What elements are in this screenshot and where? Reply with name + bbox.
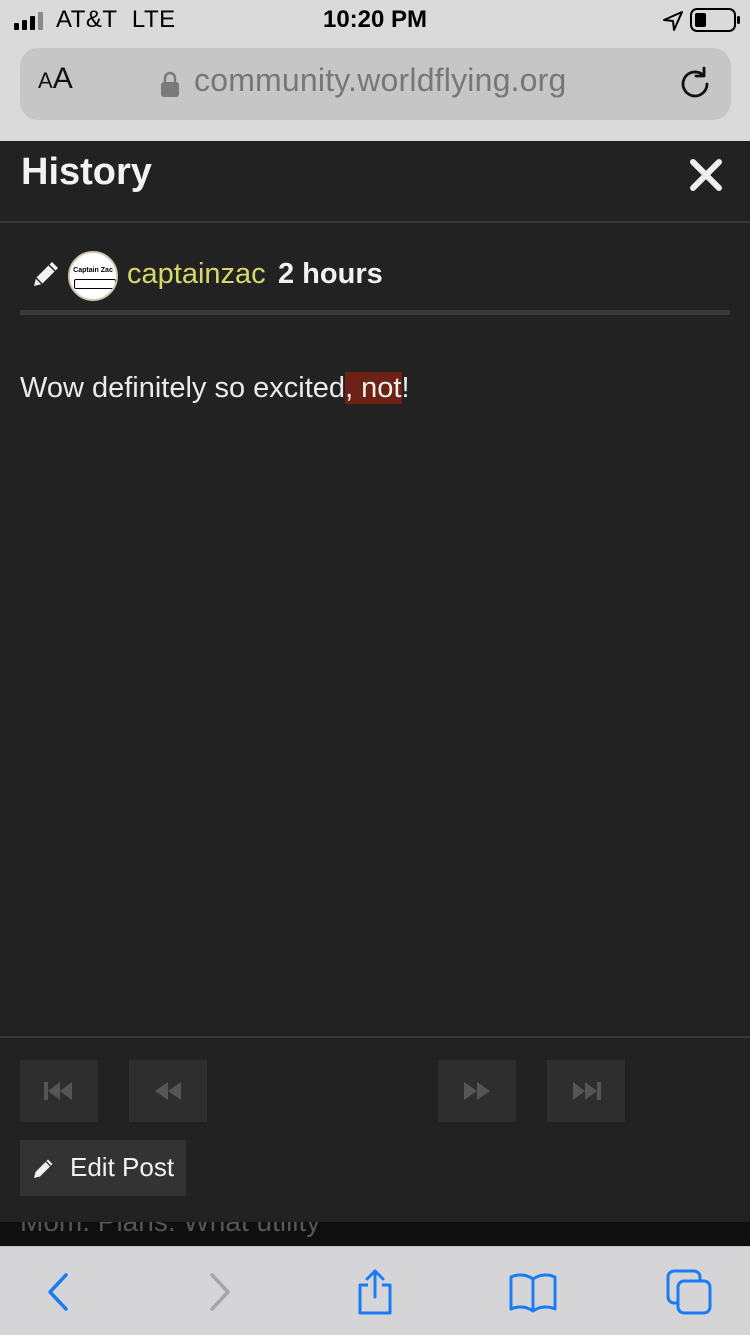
forward-icon bbox=[464, 1082, 490, 1100]
background-page-content: Mom. Plans. What utility bbox=[0, 1222, 750, 1248]
post-text-end: ! bbox=[401, 372, 410, 404]
post-text: Wow definitely so excited bbox=[20, 372, 346, 404]
last-revision-button[interactable] bbox=[547, 1060, 625, 1122]
first-revision-button[interactable] bbox=[20, 1060, 98, 1122]
status-bar: AT&T LTE 10:20 PM bbox=[0, 0, 750, 40]
modal-title: History bbox=[21, 151, 152, 193]
browser-top-chrome: AT&T LTE 10:20 PM AA community.worldflyi… bbox=[0, 0, 750, 141]
battery-icon bbox=[690, 8, 740, 32]
post-diff-content: Wow definitely so excited, not! bbox=[20, 368, 410, 408]
avatar[interactable]: Captain Zac bbox=[68, 251, 118, 301]
inserted-text: , not bbox=[345, 372, 402, 404]
bookmarks-icon[interactable] bbox=[508, 1267, 558, 1317]
background-page-text: Mom. Plans. What utility bbox=[20, 1222, 320, 1238]
history-modal-header: History bbox=[0, 141, 750, 223]
text-size-button[interactable]: AA bbox=[38, 62, 73, 96]
history-footer: Edit Post bbox=[0, 1036, 750, 1224]
backward-icon bbox=[155, 1082, 181, 1100]
revision-header: Captain Zac captainzac 2 hours bbox=[20, 238, 730, 315]
browser-toolbar bbox=[0, 1246, 750, 1335]
status-time: 10:20 PM bbox=[322, 6, 428, 33]
forward-icon[interactable] bbox=[194, 1267, 244, 1317]
fast-forward-icon bbox=[573, 1082, 601, 1100]
revision-age: 2 hours bbox=[278, 258, 383, 290]
url-text[interactable]: community.worldflying.org bbox=[194, 62, 567, 99]
lock-icon bbox=[161, 71, 179, 97]
tabs-icon[interactable] bbox=[664, 1267, 714, 1317]
edit-post-label: Edit Post bbox=[70, 1152, 175, 1182]
pencil-icon bbox=[34, 1159, 53, 1178]
back-icon[interactable] bbox=[34, 1267, 84, 1317]
share-icon[interactable] bbox=[350, 1267, 400, 1317]
reload-icon[interactable] bbox=[677, 66, 713, 102]
next-revision-button[interactable] bbox=[438, 1060, 516, 1122]
revision-author-link[interactable]: captainzac bbox=[127, 258, 266, 291]
previous-revision-button[interactable] bbox=[129, 1060, 207, 1122]
avatar-logo-text: Captain Zac bbox=[73, 267, 113, 274]
fast-backward-icon bbox=[44, 1082, 72, 1100]
edit-post-button[interactable]: Edit Post bbox=[20, 1140, 186, 1196]
avatar-logo-mark bbox=[74, 279, 116, 289]
address-bar[interactable]: AA community.worldflying.org bbox=[20, 48, 731, 120]
pencil-icon bbox=[34, 262, 58, 286]
location-arrow-icon bbox=[663, 11, 683, 31]
close-icon[interactable] bbox=[686, 155, 726, 195]
